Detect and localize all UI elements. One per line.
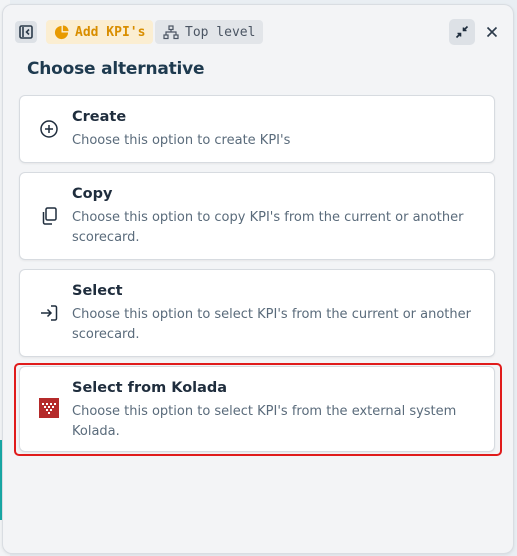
close-icon (486, 26, 498, 38)
top-level-chip[interactable]: Top level (155, 20, 264, 44)
minimize-button[interactable] (449, 19, 475, 45)
option-copy-card[interactable]: Copy Choose this option to copy KPI's fr… (19, 172, 495, 260)
add-kpis-chip: Add KPI's (46, 20, 154, 44)
option-create-card[interactable]: Create Choose this option to create KPI'… (19, 95, 495, 163)
page-title: Choose alternative (27, 59, 205, 79)
collapse-sidebar-button[interactable] (15, 21, 37, 43)
option-title: Create (72, 109, 127, 125)
pie-chart-icon (54, 24, 69, 39)
plus-circle-icon (38, 118, 60, 140)
add-kpis-label: Add KPI's (75, 24, 146, 40)
panel-toolbar: Add KPI's Top level (3, 5, 513, 51)
selection-highlight (14, 363, 502, 456)
option-title: Select (72, 283, 123, 299)
collapse-arrows-icon (455, 25, 469, 39)
option-description: Choose this option to create KPI's (72, 133, 291, 148)
option-select-card[interactable]: Select Choose this option to select KPI'… (19, 269, 495, 357)
close-button[interactable] (479, 19, 505, 45)
choose-alternative-panel: Add KPI's Top level Choose alternative C… (2, 4, 514, 554)
sign-in-icon (38, 302, 60, 324)
collapse-left-icon (19, 25, 33, 39)
top-level-label: Top level (185, 24, 256, 40)
option-description: Choose this option to select KPI's from … (72, 307, 471, 342)
option-title: Copy (72, 186, 113, 202)
copy-icon (38, 205, 60, 227)
hierarchy-icon (163, 24, 179, 39)
option-description: Choose this option to copy KPI's from th… (72, 210, 464, 245)
